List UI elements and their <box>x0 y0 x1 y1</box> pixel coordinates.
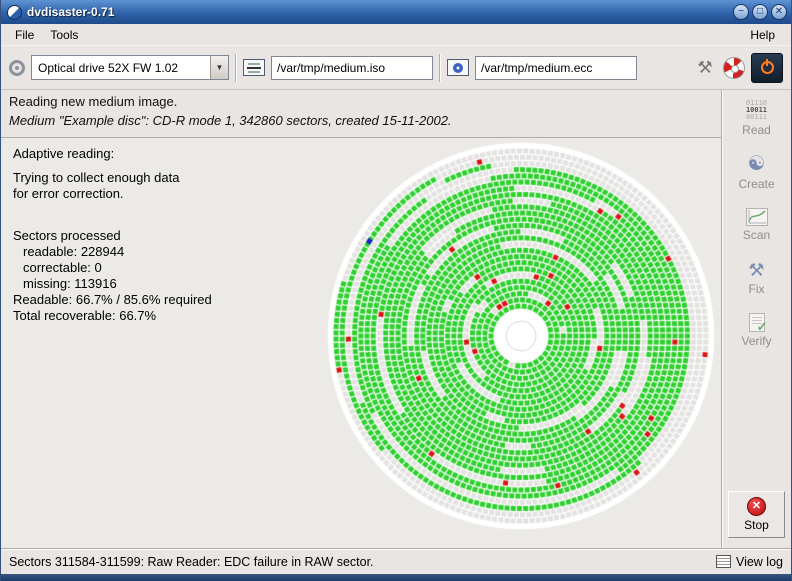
power-icon <box>761 61 774 74</box>
sector-spiral <box>321 136 721 536</box>
drive-icon[interactable] <box>9 60 25 76</box>
minimize-button[interactable]: − <box>733 4 749 20</box>
reading-info-panel: Adaptive reading: Trying to collect enou… <box>13 146 212 324</box>
status-line1: Reading new medium image. <box>9 94 715 109</box>
window-controls: − □ ✕ <box>733 4 787 20</box>
scan-button-label: Scan <box>743 228 770 242</box>
create-button-label: Create <box>738 177 774 191</box>
status-line2: Medium "Example disc": CD-R mode 1, 3428… <box>9 113 715 128</box>
tools-icon: ⚒ <box>748 260 764 280</box>
stop-button-label: Stop <box>744 518 769 532</box>
action-sidebar: 01110 10011 00111 Read ☯ Create Scan ⚒ F… <box>721 90 791 548</box>
yin-yang-icon: ☯ <box>748 153 766 175</box>
menu-help[interactable]: Help <box>742 26 783 44</box>
window-frame-bottom <box>1 574 791 581</box>
missing-count: missing: 113916 <box>13 276 212 292</box>
read-button-label: Read <box>742 123 771 137</box>
ecc-file-icon <box>447 59 469 76</box>
sectors-processed-title: Sectors processed <box>13 228 212 244</box>
verify-button[interactable]: ✓ Verify <box>727 306 787 355</box>
ecc-path-input[interactable] <box>475 56 637 80</box>
wrench-icon: ⚒ <box>697 58 712 78</box>
verify-doc-icon: ✓ <box>749 313 765 332</box>
create-button[interactable]: ☯ Create <box>727 147 787 196</box>
fix-button-label: Fix <box>749 282 765 296</box>
correctable-count: correctable: 0 <box>13 260 212 276</box>
preferences-button[interactable]: ⚒ <box>693 54 717 82</box>
fix-button[interactable]: ⚒ Fix <box>727 253 787 302</box>
adaptive-desc-line1: Trying to collect enough data <box>13 170 212 186</box>
readable-percentage: Readable: 66.7% / 85.6% required <box>13 292 212 308</box>
statusbar: Sectors 311584-311599: Raw Reader: EDC f… <box>1 548 791 574</box>
view-log-label: View log <box>736 555 783 569</box>
drive-select-value: Optical drive 52X FW 1.02 <box>32 61 210 75</box>
menu-file[interactable]: File <box>7 26 42 44</box>
read-button[interactable]: 01110 10011 00111 Read <box>727 94 787 143</box>
app-window: dvdisaster-0.71 − □ ✕ File Tools Help Op… <box>0 0 792 581</box>
close-button[interactable]: ✕ <box>771 4 787 20</box>
toolbar: Optical drive 52X FW 1.02 ▼ ⚒ <box>1 46 791 90</box>
menubar: File Tools Help <box>1 24 791 46</box>
scan-button[interactable]: Scan <box>727 200 787 249</box>
view-log-button[interactable]: View log <box>716 555 783 569</box>
stop-button[interactable]: ✕ Stop <box>728 491 785 538</box>
toolbar-separator <box>235 54 237 82</box>
check-icon: ✓ <box>757 319 768 335</box>
titlebar: dvdisaster-0.71 − □ ✕ <box>1 0 791 24</box>
adaptive-desc-line2: for error correction. <box>13 186 212 202</box>
readable-count: readable: 228944 <box>13 244 212 260</box>
verify-button-label: Verify <box>741 334 771 348</box>
cd-icon[interactable] <box>723 57 745 79</box>
read-icon-line3: 00111 <box>746 113 767 121</box>
scan-chart-icon <box>746 208 768 226</box>
maximize-button[interactable]: □ <box>752 4 768 20</box>
menu-tools[interactable]: Tools <box>42 26 86 44</box>
adaptive-reading-title: Adaptive reading: <box>13 146 212 162</box>
total-recoverable: Total recoverable: 66.7% <box>13 308 212 324</box>
main-area: Adaptive reading: Trying to collect enou… <box>1 138 723 548</box>
view-log-icon <box>716 555 731 568</box>
chevron-down-icon: ▼ <box>210 56 228 79</box>
toolbar-separator <box>439 54 441 82</box>
status-message: Sectors 311584-311599: Raw Reader: EDC f… <box>9 555 716 569</box>
read-icon: 01110 10011 00111 <box>746 100 767 121</box>
status-header: Reading new medium image. Medium "Exampl… <box>1 90 723 138</box>
quit-button[interactable] <box>751 53 783 83</box>
stop-x-icon: ✕ <box>747 497 766 516</box>
window-title: dvdisaster-0.71 <box>27 5 733 19</box>
drive-select[interactable]: Optical drive 52X FW 1.02 ▼ <box>31 55 229 80</box>
iso-path-input[interactable] <box>271 56 433 80</box>
app-icon <box>7 5 22 20</box>
iso-file-icon <box>243 59 265 76</box>
